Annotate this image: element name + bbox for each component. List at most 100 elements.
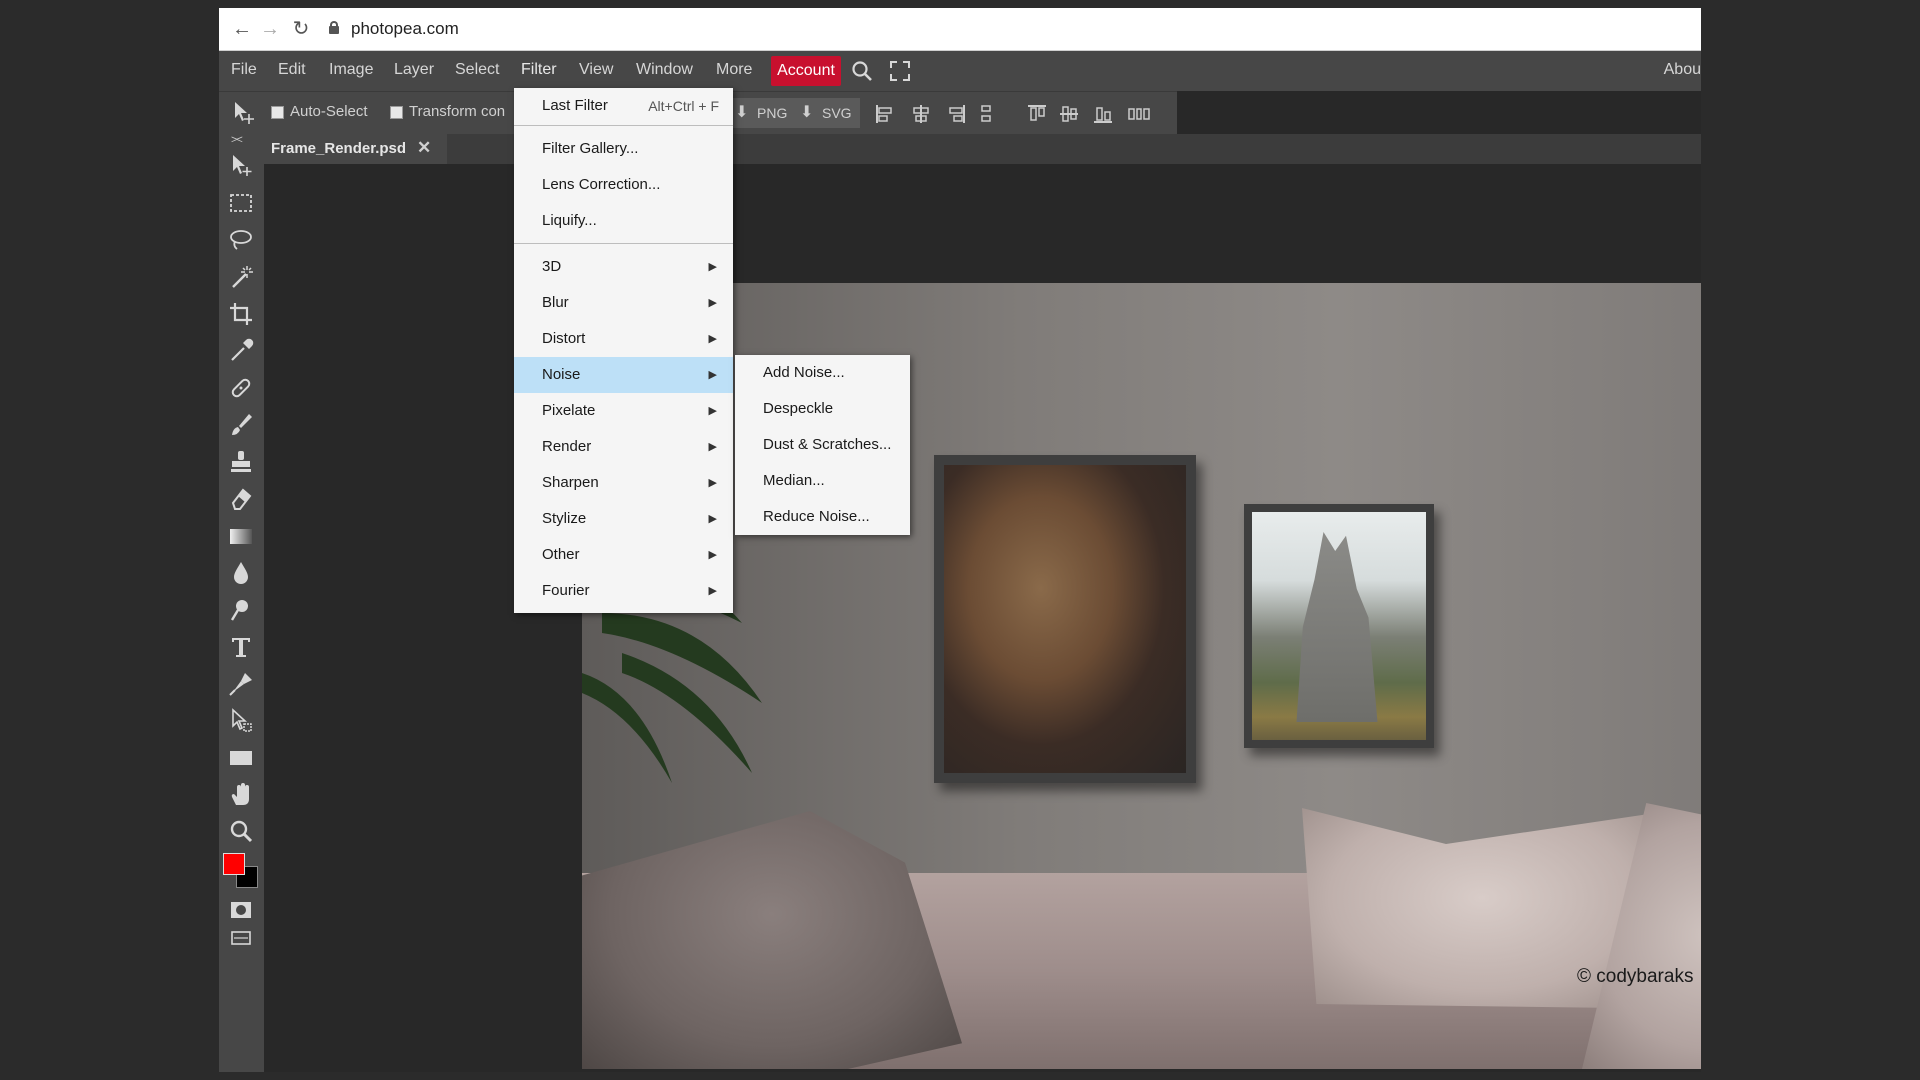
crop-tool-icon[interactable] bbox=[227, 300, 255, 328]
menu-item-render[interactable]: Render ▶ bbox=[514, 429, 733, 465]
menu-file[interactable]: File bbox=[231, 61, 257, 79]
menu-window[interactable]: Window bbox=[636, 61, 693, 79]
distort-label: Distort bbox=[542, 330, 586, 347]
document-tab-title: Frame_Render.psd bbox=[271, 140, 407, 157]
brush-tool-icon[interactable] bbox=[227, 411, 255, 439]
menu-image[interactable]: Image bbox=[329, 61, 373, 79]
framed-photo bbox=[1244, 504, 1434, 748]
search-icon[interactable] bbox=[851, 60, 873, 82]
hand-tool-icon[interactable] bbox=[227, 781, 255, 809]
align-left-icon[interactable] bbox=[875, 104, 895, 124]
healing-brush-tool-icon[interactable] bbox=[227, 374, 255, 402]
pen-tool-icon[interactable] bbox=[227, 670, 255, 698]
align-right-icon[interactable] bbox=[946, 104, 966, 124]
menu-item-pixelate[interactable]: Pixelate ▶ bbox=[514, 393, 733, 429]
magic-wand-tool-icon[interactable] bbox=[227, 263, 255, 291]
quick-mask-icon[interactable] bbox=[227, 896, 255, 918]
submenu-arrow-icon: ▶ bbox=[708, 333, 717, 345]
menu-item-stylize[interactable]: Stylize ▶ bbox=[514, 501, 733, 537]
menu-divider bbox=[514, 243, 733, 244]
menu-item-3d[interactable]: 3D ▶ bbox=[514, 249, 733, 285]
export-png-button[interactable]: ⬇ PNG bbox=[727, 98, 796, 128]
menu-item-despeckle[interactable]: Despeckle bbox=[735, 391, 910, 427]
menu-item-dust-scratches[interactable]: Dust & Scratches... bbox=[735, 427, 910, 463]
menu-item-liquify[interactable]: Liquify... bbox=[514, 203, 733, 239]
submenu-arrow-icon: ▶ bbox=[708, 477, 717, 489]
collapse-toolbar-icon[interactable]: >< bbox=[231, 134, 243, 146]
lasso-tool-icon[interactable] bbox=[227, 226, 255, 254]
submenu-arrow-icon: ▶ bbox=[708, 441, 717, 453]
menu-item-noise[interactable]: Noise ▶ bbox=[514, 357, 733, 393]
submenu-arrow-icon: ▶ bbox=[708, 297, 717, 309]
gradient-tool-icon[interactable] bbox=[227, 522, 255, 550]
marquee-tool-icon[interactable] bbox=[227, 189, 255, 217]
submenu-arrow-icon: ▶ bbox=[708, 261, 717, 273]
forward-icon[interactable]: → bbox=[257, 16, 283, 42]
path-select-tool-icon[interactable] bbox=[227, 707, 255, 735]
move-tool-icon[interactable] bbox=[227, 152, 255, 180]
left-pillow bbox=[582, 811, 962, 1069]
watermark-text: © codybaraks bbox=[1577, 966, 1694, 987]
menu-more[interactable]: More bbox=[716, 61, 752, 79]
menu-item-fourier[interactable]: Fourier ▶ bbox=[514, 573, 733, 609]
menu-item-last-filter[interactable]: Last Filter Alt+Ctrl + F bbox=[514, 88, 733, 124]
eraser-tool-icon[interactable] bbox=[227, 485, 255, 513]
address-bar[interactable]: photopea.com bbox=[315, 14, 1655, 44]
3d-label: 3D bbox=[542, 258, 562, 275]
transform-checkbox[interactable] bbox=[390, 106, 403, 119]
menu-select[interactable]: Select bbox=[455, 61, 499, 79]
dodge-tool-icon[interactable] bbox=[227, 596, 255, 624]
menu-item-filter-gallery[interactable]: Filter Gallery... bbox=[514, 131, 733, 167]
account-button[interactable]: Account bbox=[771, 56, 841, 86]
download-icon: ⬇ bbox=[800, 104, 814, 121]
close-icon[interactable]: ✕ bbox=[417, 138, 431, 158]
menu-item-distort[interactable]: Distort ▶ bbox=[514, 321, 733, 357]
add-noise-label: Add Noise... bbox=[763, 364, 845, 381]
submenu-arrow-icon: ▶ bbox=[708, 405, 717, 417]
app-frame: ← → ↻ photopea.com File Edit Image Layer… bbox=[219, 8, 1701, 1072]
pixelate-label: Pixelate bbox=[542, 402, 596, 419]
type-tool-icon[interactable] bbox=[227, 633, 255, 661]
reload-icon[interactable]: ↻ bbox=[288, 16, 314, 42]
framed-painting bbox=[934, 455, 1196, 783]
menu-item-reduce-noise[interactable]: Reduce Noise... bbox=[735, 499, 910, 535]
blur-tool-icon[interactable] bbox=[227, 559, 255, 587]
align-bottom-icon[interactable] bbox=[1093, 104, 1113, 124]
menu-item-blur[interactable]: Blur ▶ bbox=[514, 285, 733, 321]
distribute-h-icon[interactable] bbox=[977, 104, 997, 124]
align-top-icon[interactable] bbox=[1027, 104, 1047, 124]
menu-filter[interactable]: Filter bbox=[521, 61, 557, 79]
align-middle-v-icon[interactable] bbox=[1059, 104, 1079, 124]
render-label: Render bbox=[542, 438, 592, 455]
zoom-tool-icon[interactable] bbox=[227, 818, 255, 846]
blur-label: Blur bbox=[542, 294, 569, 311]
menu-item-add-noise[interactable]: Add Noise... bbox=[735, 355, 910, 391]
menu-item-sharpen[interactable]: Sharpen ▶ bbox=[514, 465, 733, 501]
menu-item-lens-correction[interactable]: Lens Correction... bbox=[514, 167, 733, 203]
last-filter-shortcut: Alt+Ctrl + F bbox=[648, 98, 719, 114]
transform-label: Transform con bbox=[409, 103, 506, 120]
about-link[interactable]: Abou bbox=[1664, 61, 1701, 79]
foreground-color-swatch[interactable] bbox=[223, 853, 245, 875]
move-tool-icon[interactable] bbox=[231, 100, 257, 131]
download-icon: ⬇ bbox=[735, 104, 749, 121]
menu-edit[interactable]: Edit bbox=[278, 61, 306, 79]
eyedropper-tool-icon[interactable] bbox=[227, 337, 255, 365]
clone-stamp-tool-icon[interactable] bbox=[227, 448, 255, 476]
export-svg-button[interactable]: ⬇ SVG bbox=[792, 98, 860, 128]
back-icon[interactable]: ← bbox=[229, 16, 255, 42]
menu-view[interactable]: View bbox=[579, 61, 613, 79]
document-tab[interactable]: Frame_Render.psd ✕ bbox=[257, 134, 447, 164]
rectangle-tool-icon[interactable] bbox=[227, 744, 255, 772]
auto-select-checkbox[interactable] bbox=[271, 106, 284, 119]
fullscreen-icon[interactable] bbox=[889, 60, 911, 82]
distribute-v-icon[interactable] bbox=[1127, 104, 1150, 124]
menu-item-other[interactable]: Other ▶ bbox=[514, 537, 733, 573]
screen-mode-icon[interactable] bbox=[227, 924, 255, 945]
reduce-noise-label: Reduce Noise... bbox=[763, 508, 870, 525]
noise-submenu: Add Noise... Despeckle Dust & Scratches.… bbox=[735, 355, 910, 535]
menu-item-median[interactable]: Median... bbox=[735, 463, 910, 499]
menu-layer[interactable]: Layer bbox=[394, 61, 434, 79]
last-filter-label: Last Filter bbox=[542, 97, 608, 114]
align-center-h-icon[interactable] bbox=[911, 104, 931, 124]
